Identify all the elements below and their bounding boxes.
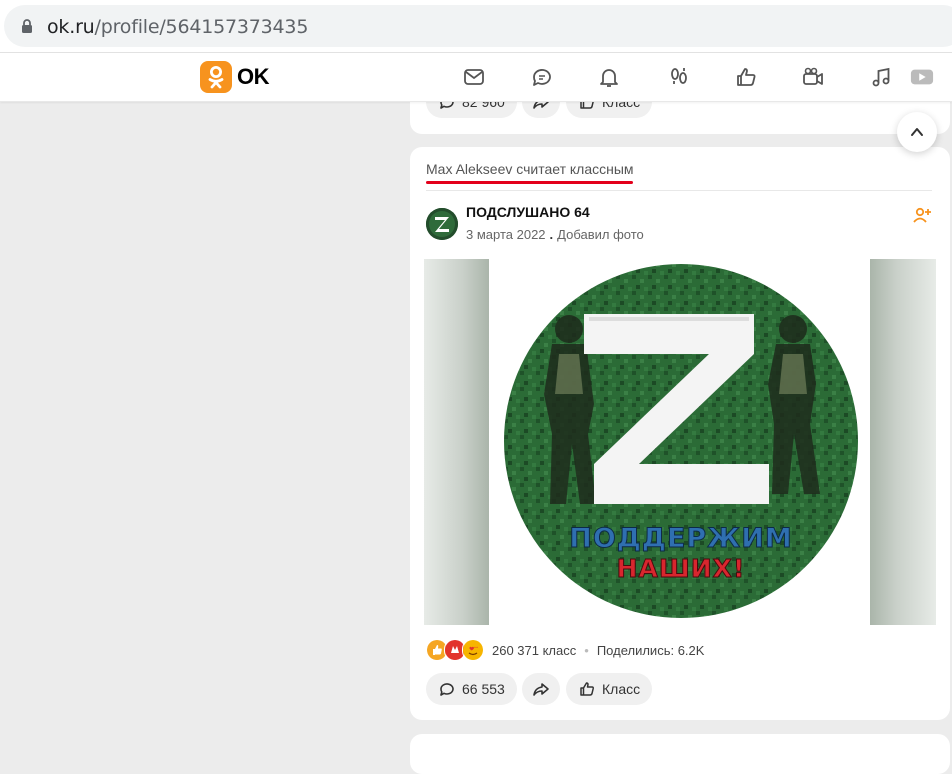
love-emoji-icon bbox=[462, 639, 484, 661]
games-icon[interactable] bbox=[910, 65, 936, 89]
scroll-to-top-button[interactable] bbox=[897, 112, 937, 152]
group-name[interactable]: ПОДСЛУШАНО 64 bbox=[466, 204, 590, 220]
liked-by-text[interactable]: Max Alekseev считает классным bbox=[426, 161, 634, 177]
next-post-card bbox=[410, 734, 950, 774]
lock-icon bbox=[22, 19, 32, 33]
divider bbox=[426, 190, 932, 191]
klass-button[interactable]: Класс bbox=[566, 673, 653, 705]
reactions-count[interactable]: 260 371 класс bbox=[492, 643, 576, 658]
chevron-up-icon bbox=[911, 128, 923, 136]
url-text[interactable]: ok.ru/profile/564157373435 bbox=[47, 16, 308, 38]
url-host: ok.ru bbox=[47, 16, 95, 38]
ok-logo-text[interactable]: OK bbox=[237, 64, 270, 90]
comment-icon bbox=[440, 683, 454, 696]
events-icon[interactable] bbox=[734, 65, 758, 89]
thumbs-up-icon bbox=[580, 682, 594, 696]
comments-button[interactable]: 66 553 bbox=[426, 673, 517, 705]
share-icon bbox=[533, 683, 549, 696]
music-icon[interactable] bbox=[869, 65, 893, 89]
post-date[interactable]: 3 марта 2022 bbox=[466, 227, 546, 242]
comments-count: 66 553 bbox=[462, 681, 505, 697]
add-friend-icon[interactable] bbox=[912, 205, 932, 225]
klass-label: Класс bbox=[602, 681, 641, 697]
image-text-line1: ПОДДЕРЖИМ bbox=[569, 523, 792, 554]
post-action: Добавил фото bbox=[557, 227, 644, 242]
share-button[interactable] bbox=[522, 673, 560, 705]
group-avatar[interactable] bbox=[426, 208, 458, 240]
highlight-underline bbox=[426, 181, 633, 184]
notifications-icon[interactable] bbox=[597, 65, 621, 89]
url-path: /profile/564157373435 bbox=[94, 16, 309, 38]
post-stats: 260 371 класс • Поделились: 6.2K bbox=[426, 639, 704, 661]
separator-dot: • bbox=[584, 642, 589, 658]
video-icon[interactable] bbox=[801, 65, 825, 89]
site-header: OK bbox=[0, 53, 952, 102]
ok-logo-icon[interactable] bbox=[200, 61, 232, 93]
post-meta: 3 марта 2022. Добавил фото bbox=[466, 227, 644, 242]
messages-icon[interactable] bbox=[462, 65, 486, 89]
shared-count[interactable]: Поделились: 6.2K bbox=[597, 643, 705, 658]
discussions-icon[interactable] bbox=[530, 65, 554, 89]
image-text-line2: НАШИХ! bbox=[617, 554, 746, 583]
browser-address-bar: ok.ru/profile/564157373435 bbox=[0, 0, 952, 53]
guests-icon[interactable] bbox=[667, 65, 691, 89]
post-card: Max Alekseev считает классным ПОДСЛУШАНО… bbox=[410, 147, 950, 720]
reaction-emojis[interactable] bbox=[426, 639, 484, 661]
post-photo[interactable]: ПОДДЕРЖИМ НАШИХ! bbox=[424, 259, 936, 625]
url-field[interactable]: ok.ru/profile/564157373435 bbox=[4, 5, 952, 47]
